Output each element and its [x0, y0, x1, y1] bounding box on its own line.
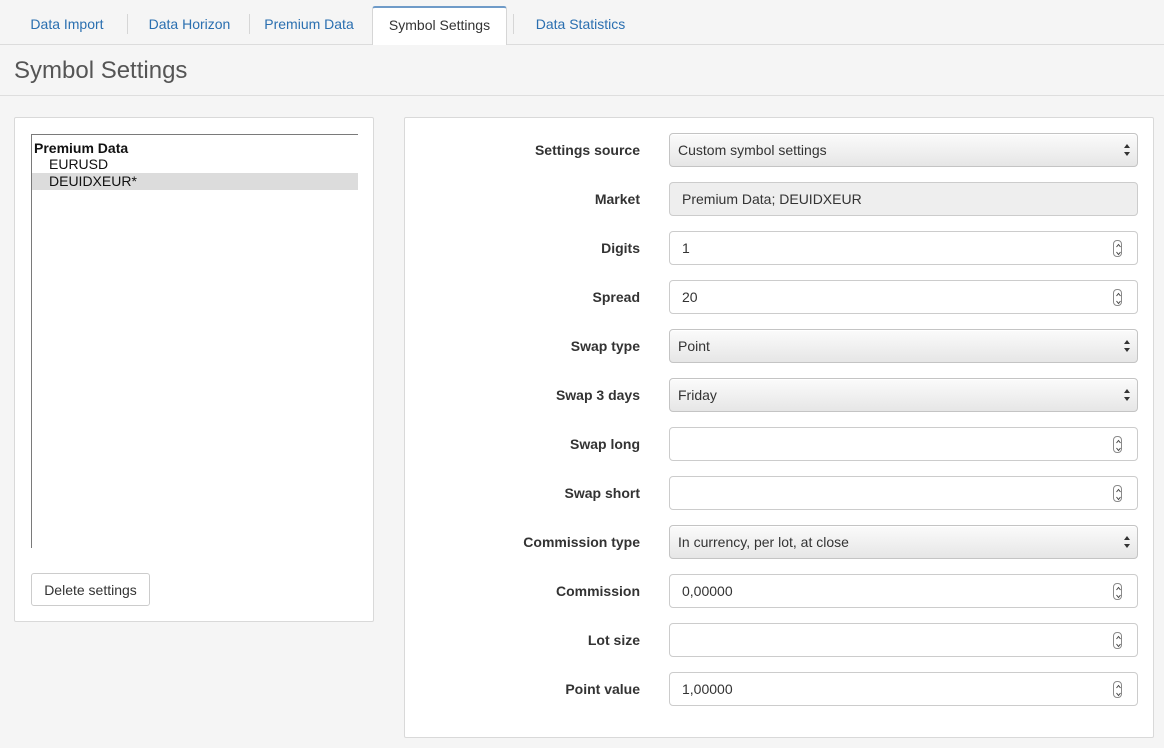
spread-value: 20 [682, 289, 698, 305]
row-spread: Spread 20 [405, 280, 1155, 314]
select-arrows-icon [1124, 144, 1130, 156]
select-arrows-icon [1124, 340, 1130, 352]
market-label: Market [594, 191, 640, 207]
spinner-icon[interactable] [1113, 583, 1122, 600]
row-market: Market Premium Data; DEUIDXEUR [405, 182, 1155, 216]
symbol-tree[interactable]: Premium Data EURUSD DEUIDXEUR* [31, 134, 358, 548]
swap-3-days-value: Friday [678, 387, 717, 403]
point-value-value: 1,00000 [682, 681, 733, 697]
row-swap-long: Swap long [405, 427, 1155, 461]
spinner-icon[interactable] [1113, 485, 1122, 502]
tab-symbol-settings[interactable]: Symbol Settings [372, 6, 507, 46]
row-commission-type: Commission type In currency, per lot, at… [405, 525, 1155, 559]
settings-form-panel: Settings source Custom symbol settings M… [404, 117, 1154, 738]
row-settings-source: Settings source Custom symbol settings [405, 133, 1155, 167]
row-swap-type: Swap type Point [405, 329, 1155, 363]
settings-source-label: Settings source [534, 142, 640, 158]
point-value-label: Point value [565, 681, 640, 697]
swap-short-label: Swap short [564, 485, 640, 501]
settings-source-value: Custom symbol settings [678, 142, 827, 158]
delete-settings-button[interactable]: Delete settings [31, 573, 150, 606]
commission-type-value: In currency, per lot, at close [678, 534, 849, 550]
commission-value: 0,00000 [682, 583, 733, 599]
swap-long-input[interactable] [669, 427, 1138, 461]
commission-type-select[interactable]: In currency, per lot, at close [669, 525, 1138, 559]
spinner-icon[interactable] [1113, 632, 1122, 649]
swap-3-days-label: Swap 3 days [555, 387, 640, 403]
row-swap-3-days: Swap 3 days Friday [405, 378, 1155, 412]
row-point-value: Point value 1,00000 [405, 672, 1155, 706]
tree-group-label[interactable]: Premium Data [32, 135, 358, 156]
swap-type-value: Point [678, 338, 710, 354]
tab-data-horizon[interactable]: Data Horizon [134, 6, 245, 45]
page-header: Symbol Settings [0, 45, 1164, 96]
commission-input[interactable]: 0,00000 [669, 574, 1138, 608]
digits-value: 1 [682, 240, 690, 256]
row-digits: Digits 1 [405, 231, 1155, 265]
tab-data-statistics[interactable]: Data Statistics [521, 6, 640, 45]
tab-separator [513, 14, 514, 34]
commission-type-label: Commission type [523, 534, 640, 550]
swap-type-label: Swap type [570, 338, 640, 354]
spinner-icon[interactable] [1113, 240, 1122, 257]
swap-3-days-select[interactable]: Friday [669, 378, 1138, 412]
tree-item-deuidxeur[interactable]: DEUIDXEUR* [32, 173, 358, 190]
market-value: Premium Data; DEUIDXEUR [682, 191, 862, 207]
market-field: Premium Data; DEUIDXEUR [669, 182, 1138, 216]
spinner-icon[interactable] [1113, 681, 1122, 698]
row-commission: Commission 0,00000 [405, 574, 1155, 608]
tab-separator [249, 14, 250, 34]
commission-label: Commission [555, 583, 640, 599]
select-arrows-icon [1124, 536, 1130, 548]
select-arrows-icon [1124, 389, 1130, 401]
tab-premium-data[interactable]: Premium Data [252, 6, 366, 45]
spinner-icon[interactable] [1113, 289, 1122, 306]
swap-long-label: Swap long [570, 436, 640, 452]
lot-size-label: Lot size [587, 632, 640, 648]
digits-input[interactable]: 1 [669, 231, 1138, 265]
settings-source-select[interactable]: Custom symbol settings [669, 133, 1138, 167]
tab-separator [127, 14, 128, 34]
lot-size-input[interactable] [669, 623, 1138, 657]
spinner-icon[interactable] [1113, 436, 1122, 453]
swap-short-input[interactable] [669, 476, 1138, 510]
tab-bar: Data Import Data Horizon Premium Data Sy… [0, 0, 1164, 46]
tab-data-import[interactable]: Data Import [14, 6, 120, 45]
swap-type-select[interactable]: Point [669, 329, 1138, 363]
spread-input[interactable]: 20 [669, 280, 1138, 314]
row-lot-size: Lot size [405, 623, 1155, 657]
point-value-input[interactable]: 1,00000 [669, 672, 1138, 706]
digits-label: Digits [601, 240, 640, 256]
row-swap-short: Swap short [405, 476, 1155, 510]
page-title: Symbol Settings [14, 57, 188, 84]
spread-label: Spread [592, 289, 640, 305]
tree-item-eurusd[interactable]: EURUSD [32, 156, 358, 173]
symbol-list-panel: Premium Data EURUSD DEUIDXEUR* Delete se… [14, 117, 374, 622]
